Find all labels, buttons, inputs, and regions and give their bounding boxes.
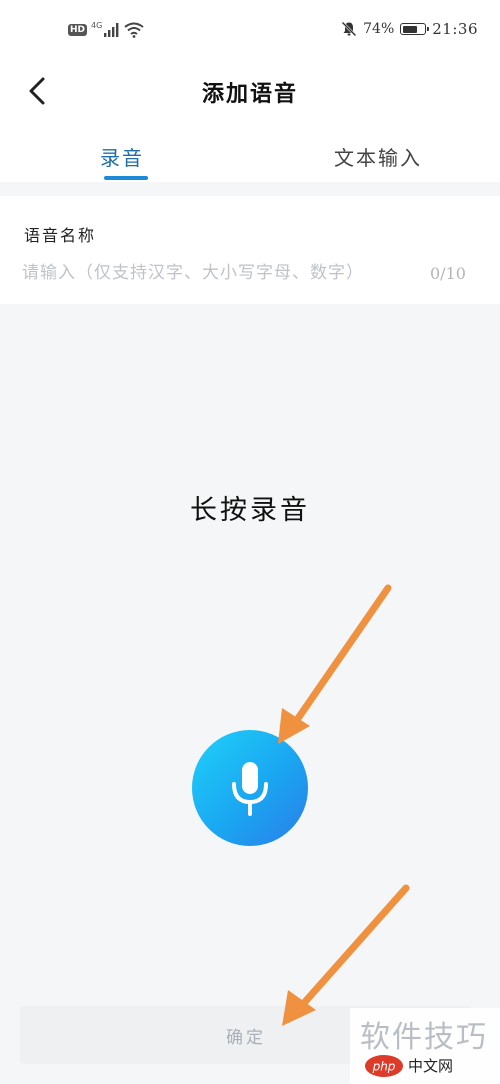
microphone-icon (232, 762, 268, 816)
record-mic-button[interactable] (192, 730, 308, 846)
app-header: 添加语音 (0, 62, 500, 122)
signal-icon (104, 23, 119, 37)
svg-text:php: php (372, 1060, 396, 1074)
status-left: HD 4G (68, 20, 144, 38)
voice-name-label: 语音名称 (24, 226, 97, 245)
network-type: 4G (91, 20, 103, 30)
mute-bell-icon (341, 21, 357, 37)
page-title: 添加语音 (201, 82, 298, 107)
watermark-text: 软件技巧 (360, 1020, 488, 1055)
tab-bar: 录音 文本输入 (0, 122, 500, 182)
annotation-arrow-to-mic (278, 584, 392, 744)
svg-text:中文网: 中文网 (408, 1057, 453, 1075)
battery-percent: 74% (363, 21, 395, 37)
voice-name-section: 语音名称 0/10 (0, 196, 500, 304)
php-logo: php 中文网 (365, 1055, 453, 1077)
status-right: 74% 21:36 (341, 20, 478, 38)
add-voice-screen: HD 4G 74% 21:36 添加语音 录音 文本输入 语音名称 请输入（仅支… (0, 0, 500, 1084)
status-bar: HD 4G 74% 21:36 (0, 0, 500, 62)
active-tab-indicator (104, 176, 148, 180)
battery-icon (400, 23, 430, 35)
hd-badge: HD (68, 24, 88, 36)
voice-name-input[interactable] (22, 258, 422, 288)
wifi-icon (124, 22, 144, 38)
battery-level-fill (402, 25, 418, 33)
tab-text-input[interactable]: 文本输入 (334, 142, 422, 171)
tab-record[interactable]: 录音 (100, 142, 144, 171)
long-press-hint: 长按录音 (190, 495, 310, 526)
character-count: 0/10 (430, 264, 466, 283)
clock: 21:36 (432, 20, 478, 38)
